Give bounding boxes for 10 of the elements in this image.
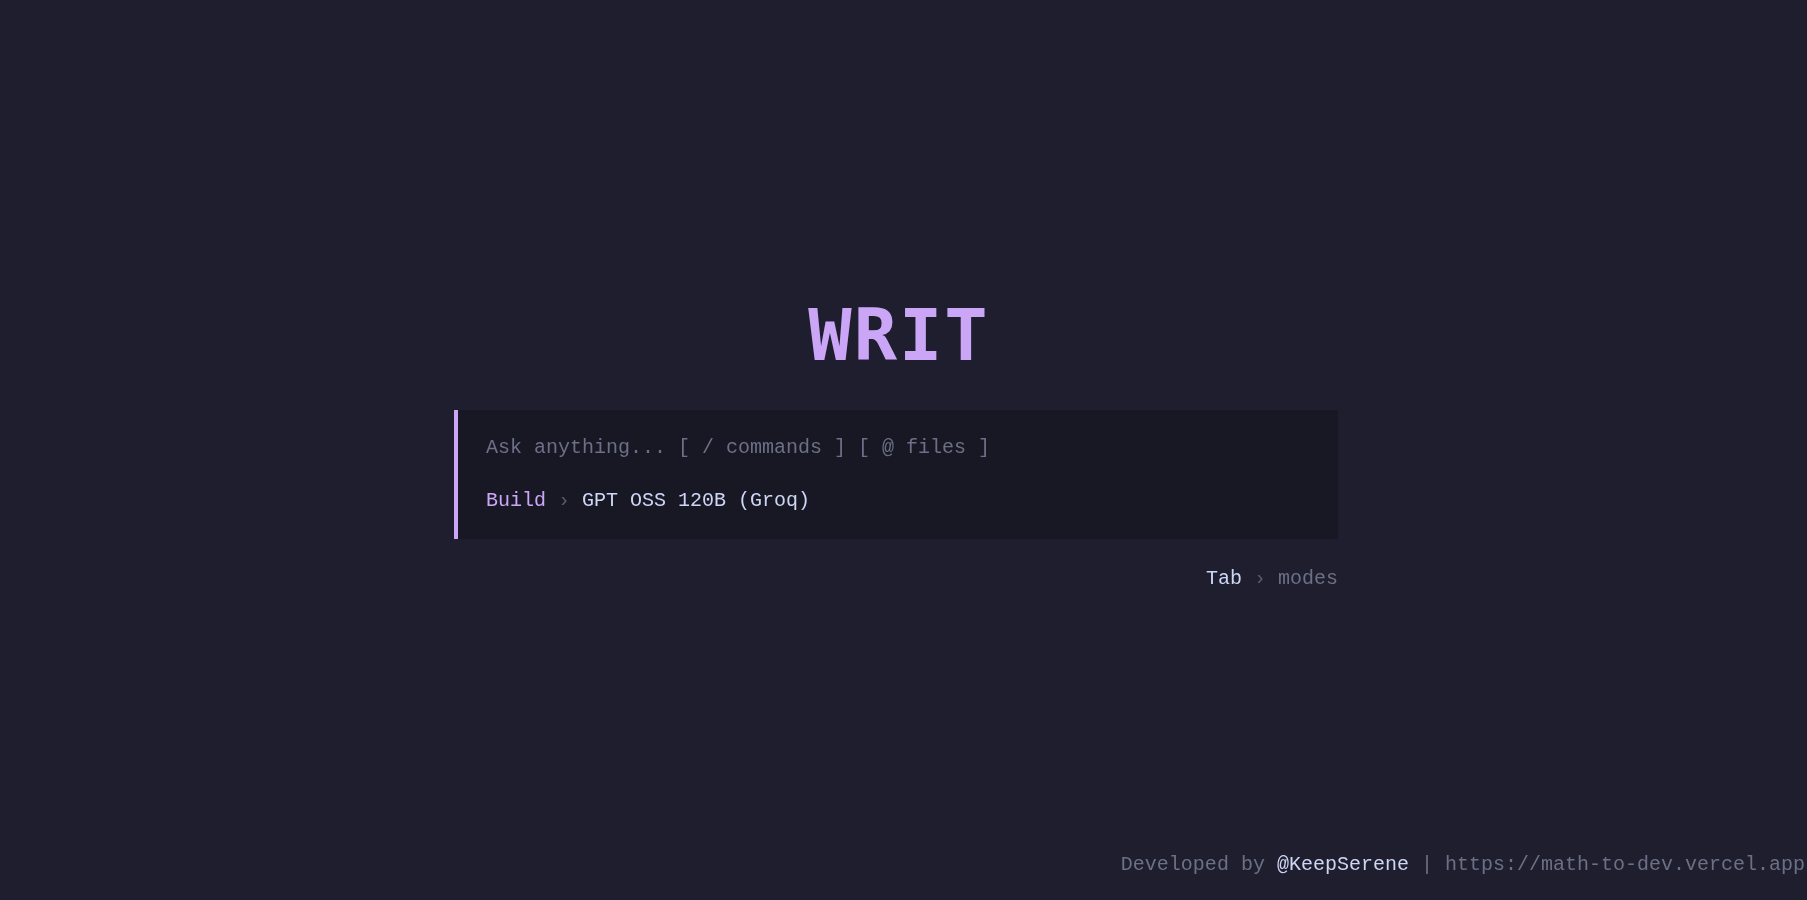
mode-selector[interactable]: Build <box>486 487 546 515</box>
app-logo-title: WRIT <box>808 299 990 371</box>
prompt-input[interactable]: Ask anything... [ / commands ] [ @ files ] <box>486 434 1314 462</box>
footer-credits: Developed by @KeepSerene | https://math-to-dev.vercel.app <box>1120 852 1805 878</box>
model-selector[interactable]: GPT OSS 120B (Groq) <box>582 487 811 515</box>
breadcrumb-separator: › <box>558 488 571 514</box>
author-link[interactable]: @KeepSerene <box>1276 853 1409 876</box>
shortcut-key: Tab <box>1205 565 1242 593</box>
hint-separator: › <box>1253 566 1266 592</box>
shortcut-action: modes <box>1278 566 1338 592</box>
